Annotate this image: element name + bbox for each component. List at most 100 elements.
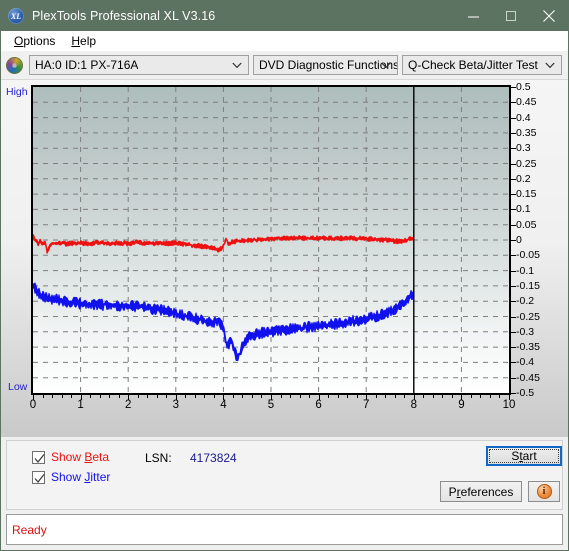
x-tick-mark-minor (118, 395, 120, 398)
controls-panel: Show Beta Show Jitter LSN: 4173824 Start… (6, 440, 563, 510)
show-jitter-checkbox[interactable] (32, 470, 45, 484)
x-tick-mark-minor (337, 395, 339, 398)
y-tick-label: -0.1 (516, 264, 535, 277)
lsn-label: LSN: (145, 451, 172, 465)
y-tick-label: 0.3 (516, 142, 531, 155)
x-tick-mark-minor (328, 395, 330, 398)
show-jitter-checkbox-row[interactable]: Show Jitter (32, 470, 110, 484)
drive-select-value: HA:0 ID:1 PX-716A (35, 58, 139, 72)
x-tick-mark-minor (356, 395, 358, 398)
x-tick-label: 10 (502, 399, 516, 411)
test-select-value: Q-Check Beta/Jitter Test (408, 58, 538, 72)
minimize-icon[interactable] (454, 1, 492, 31)
focus-ring (489, 449, 559, 463)
preferences-button[interactable]: Preferences (440, 481, 522, 502)
plot-canvas (33, 87, 509, 393)
x-tick-label: 9 (458, 399, 465, 411)
disc-drive-icon (6, 56, 23, 74)
chart-panel: High Low 0.5 0.45 0.4 0.35 0.3 0.25 0.2 0.15 0.1… (1, 79, 568, 437)
close-icon[interactable] (530, 1, 568, 31)
menu-item-options-label: ptions (23, 34, 56, 48)
status-text: Ready (12, 522, 47, 537)
y-tick-label: -0.5 (516, 387, 535, 399)
start-button[interactable]: Start (486, 446, 562, 466)
axis-label-low: Low (8, 381, 28, 393)
drive-select[interactable]: HA:0 ID:1 PX-716A (29, 55, 249, 75)
x-tick-mark-minor (499, 395, 501, 398)
status-bar: Ready (6, 514, 563, 545)
y-tick-label: 0.25 (516, 157, 537, 170)
info-icon: i (536, 484, 552, 499)
show-beta-label: Show Beta (51, 450, 110, 464)
x-tick-mark-minor (147, 395, 149, 398)
menu-item-help[interactable]: Help (63, 32, 104, 50)
y-tick-label: 0.45 (516, 96, 537, 109)
title-bar: XL PlexTools Professional XL V3.16 (1, 1, 568, 31)
x-tick-mark-minor (470, 395, 472, 398)
x-tick-mark-minor (137, 395, 139, 398)
x-tick-mark-minor (423, 395, 425, 398)
chevron-down-icon (381, 58, 391, 72)
y-tick-label: 0 (516, 234, 522, 246)
y-tick-label: -0.2 (516, 295, 535, 308)
x-tick-mark-minor (232, 395, 234, 398)
show-beta-checkbox[interactable] (32, 450, 45, 464)
plextools-window: XL PlexTools Professional XL V3.16 Optio… (0, 0, 569, 551)
y-tick-label: 0.15 (516, 188, 537, 201)
axis-label-high: High (6, 86, 28, 98)
x-tick-mark-minor (251, 395, 253, 398)
x-tick-mark-minor (61, 395, 63, 398)
x-tick-label: 8 (410, 399, 417, 411)
x-tick-mark-minor (213, 395, 215, 398)
x-tick-mark-minor (90, 395, 92, 398)
x-tick-label: 6 (315, 399, 322, 411)
chevron-down-icon (545, 58, 555, 72)
x-tick-mark-minor (480, 395, 482, 398)
x-tick-mark-minor (261, 395, 263, 398)
y-tick-label: 0.5 (516, 81, 531, 93)
lsn-value: 4173824 (190, 451, 237, 465)
function-select-value: DVD Diagnostic Functions (259, 58, 397, 72)
x-tick-label: 4 (220, 399, 227, 411)
x-tick-mark-minor (71, 395, 73, 398)
show-jitter-label: Show Jitter (51, 470, 111, 484)
y-tick-label: -0.35 (516, 341, 540, 354)
x-tick-mark-minor (385, 395, 387, 398)
x-tick-mark-minor (299, 395, 301, 398)
y-tick-label: 0.2 (516, 172, 531, 185)
test-select[interactable]: Q-Check Beta/Jitter Test (402, 55, 562, 75)
x-tick-label: 3 (172, 399, 179, 411)
x-tick-label: 2 (124, 399, 132, 411)
y-tick-label: -0.25 (516, 310, 540, 323)
y-tick-label: 0.05 (516, 218, 537, 231)
y-tick-label: 0.35 (516, 126, 537, 139)
x-tick-mark-minor (194, 395, 196, 398)
x-tick-mark-minor (347, 395, 349, 398)
chart-container: High Low 0.5 0.45 0.4 0.35 0.3 0.25 0.2 0.15 0.1… (1, 80, 568, 437)
toolbar: HA:0 ID:1 PX-716A DVD Diagnostic Functio… (1, 51, 568, 79)
show-beta-checkbox-row[interactable]: Show Beta (32, 450, 109, 464)
x-tick-mark-minor (42, 395, 44, 398)
plextools-logo-icon: XL (8, 8, 24, 24)
plot-area (31, 85, 511, 395)
y-tick-label: -0.3 (516, 325, 535, 338)
x-tick-mark-minor (242, 395, 244, 398)
x-tick-mark-minor (432, 395, 434, 398)
x-tick-label: 5 (267, 399, 275, 411)
preferences-button-label: Preferences (448, 484, 514, 499)
y-tick-label: -0.05 (516, 249, 540, 262)
x-tick-mark-minor (489, 395, 491, 398)
x-tick-mark-minor (442, 395, 444, 398)
x-tick-label: 0 (29, 399, 37, 411)
x-tick-mark-minor (290, 395, 292, 398)
x-tick-mark-minor (280, 395, 282, 398)
menu-bar: Options Help (1, 31, 568, 51)
maximize-icon[interactable] (492, 1, 530, 31)
function-select[interactable]: DVD Diagnostic Functions (253, 55, 398, 75)
y-tick-label: -0.4 (516, 356, 535, 369)
x-tick-mark-minor (451, 395, 453, 398)
info-button[interactable]: i (528, 481, 560, 502)
menu-item-options[interactable]: Options (6, 32, 63, 50)
window-controls (454, 1, 568, 31)
y-tick-label: 0.1 (516, 203, 531, 216)
